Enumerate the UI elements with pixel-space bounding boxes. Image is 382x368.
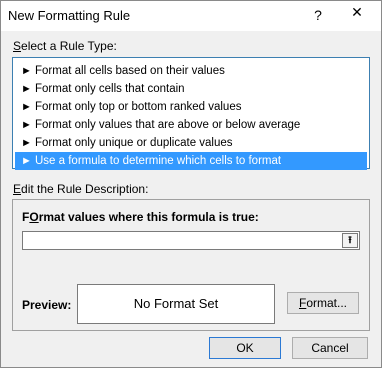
cancel-button[interactable]: Cancel [292, 337, 368, 359]
formula-label: FOrmat values where this formula is true… [22, 210, 259, 224]
arrow-right-icon: ► [21, 83, 32, 95]
format-button[interactable]: Format... [287, 292, 359, 314]
ok-button[interactable]: OK [209, 337, 281, 359]
rule-type-label: Format only cells that contain [35, 83, 185, 95]
arrow-right-icon: ► [21, 119, 32, 131]
arrow-right-icon: ► [21, 155, 32, 167]
preview-box: No Format Set [77, 284, 275, 324]
rule-type-label: Format only values that are above or bel… [35, 119, 301, 131]
collapse-dialog-icon[interactable]: ⭱ [342, 233, 358, 248]
rule-type-label: Format only top or bottom ranked values [35, 101, 242, 113]
arrow-right-icon: ► [21, 65, 32, 77]
formula-input[interactable]: ⭱ [22, 231, 360, 250]
new-formatting-rule-dialog: New Formatting Rule ? ✕ Select a Rule Ty… [0, 0, 382, 368]
arrow-right-icon: ► [21, 137, 32, 149]
rule-type-item[interactable]: ► Format only unique or duplicate values [15, 134, 367, 152]
rule-type-label: Format all cells based on their values [35, 65, 225, 77]
rule-type-item[interactable]: ► Format all cells based on their values [15, 62, 367, 80]
help-icon[interactable]: ? [307, 5, 329, 25]
close-icon[interactable]: ✕ [337, 1, 377, 23]
edit-rule-description-label: Edit the Rule Description: [13, 182, 149, 196]
rule-type-item[interactable]: ► Format only top or bottom ranked values [15, 98, 367, 116]
rule-description-panel: FOrmat values where this formula is true… [12, 199, 370, 331]
dialog-title: New Formatting Rule [8, 8, 131, 23]
rule-type-list[interactable]: ► Format all cells based on their values ►… [12, 57, 370, 170]
select-rule-type-label: Select a Rule Type: [13, 39, 117, 53]
rule-type-item[interactable]: ► Format only values that are above or be… [15, 116, 367, 134]
rule-type-item[interactable]: ► Use a formula to determine which cells … [15, 152, 367, 170]
rule-type-label: Use a formula to determine which cells t… [35, 155, 282, 167]
preview-label: Preview: [22, 298, 72, 312]
title-bar: New Formatting Rule ? ✕ [1, 1, 381, 31]
rule-type-label: Format only unique or duplicate values [35, 137, 233, 149]
rule-type-item[interactable]: ► Format only cells that contain [15, 80, 367, 98]
arrow-right-icon: ► [21, 101, 32, 113]
